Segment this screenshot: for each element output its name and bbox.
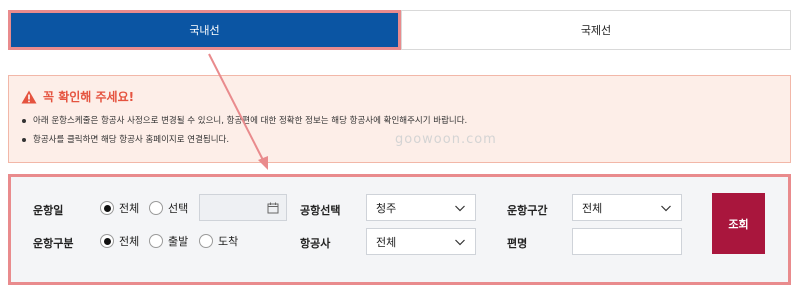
airport-select[interactable]: 청주 <box>366 194 476 221</box>
notice-title: 꼭 확인해 주세요! <box>21 88 134 105</box>
radio-indicator <box>100 201 114 215</box>
flight-type-label: 운항구분 <box>33 237 74 250</box>
tab-international[interactable]: 국제선 <box>401 10 791 50</box>
airline-select-value: 전체 <box>376 235 397 249</box>
route-select[interactable]: 전체 <box>572 194 682 221</box>
calendar-icon[interactable] <box>267 202 279 214</box>
date-option-all-label: 전체 <box>119 202 140 215</box>
date-option-all[interactable]: 전체 <box>100 200 139 216</box>
airport-label: 공항선택 <box>300 204 341 217</box>
tab-international-label: 국제선 <box>580 24 612 37</box>
radio-indicator <box>149 201 163 215</box>
notice-box: 꼭 확인해 주세요! 아래 운항스케줄은 항공사 사정으로 변경될 수 있으니,… <box>8 75 791 163</box>
airline-label: 항공사 <box>300 237 331 250</box>
watermark: goowoon.com <box>395 132 497 147</box>
type-option-departure[interactable]: 출발 <box>149 233 188 249</box>
tab-domestic-label: 국내선 <box>189 24 220 37</box>
radio-indicator <box>149 234 163 248</box>
route-label: 운항구간 <box>507 204 548 217</box>
type-option-departure-label: 출발 <box>168 235 189 248</box>
date-input[interactable] <box>199 194 287 221</box>
type-option-all[interactable]: 전체 <box>100 233 139 249</box>
airport-select-value: 청주 <box>376 201 397 215</box>
radio-indicator <box>100 234 114 248</box>
date-option-select[interactable]: 선택 <box>149 200 188 216</box>
notice-item: 아래 운항스케줄은 항공사 사정으로 변경될 수 있으니, 항공편에 대한 정확… <box>21 114 467 133</box>
flight-number-label: 편명 <box>507 237 528 250</box>
chevron-down-icon <box>661 205 671 212</box>
search-button[interactable]: 조회 <box>712 193 765 254</box>
flight-number-input[interactable] <box>572 228 682 255</box>
search-button-label: 조회 <box>728 217 749 231</box>
date-option-select-label: 선택 <box>168 202 189 215</box>
notice-title-text: 꼭 확인해 주세요! <box>43 90 135 104</box>
radio-indicator <box>199 234 213 248</box>
flight-date-label: 운항일 <box>33 204 64 217</box>
type-option-all-label: 전체 <box>119 235 140 248</box>
warning-icon <box>21 90 37 103</box>
type-option-arrival-label: 도착 <box>218 235 239 248</box>
chevron-down-icon <box>455 205 465 212</box>
airline-select[interactable]: 전체 <box>366 228 476 255</box>
chevron-down-icon <box>455 239 465 246</box>
route-select-value: 전체 <box>582 201 603 215</box>
tab-domestic[interactable]: 국내선 <box>8 10 401 50</box>
type-option-arrival[interactable]: 도착 <box>199 233 238 249</box>
